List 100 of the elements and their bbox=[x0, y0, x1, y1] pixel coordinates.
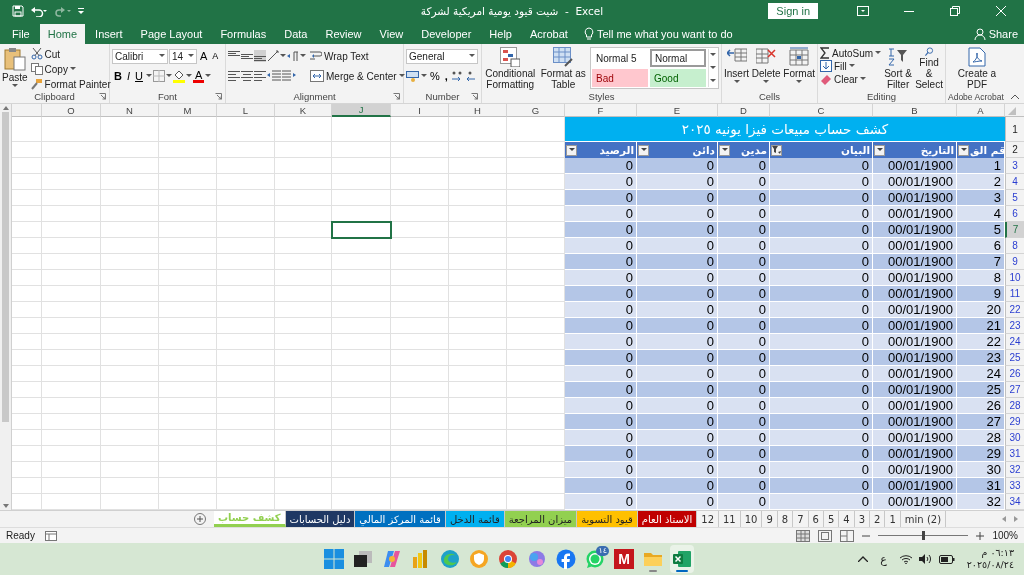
grid-cell[interactable] bbox=[449, 270, 507, 286]
font-name-field[interactable]: Calibri bbox=[112, 48, 168, 64]
grid-cell[interactable] bbox=[217, 398, 275, 414]
grid-cell[interactable] bbox=[332, 398, 391, 414]
grid-cell[interactable] bbox=[217, 190, 275, 206]
grid-cell[interactable] bbox=[449, 462, 507, 478]
battery-icon[interactable] bbox=[938, 554, 955, 564]
grid-cell[interactable] bbox=[332, 478, 391, 494]
grid-cell[interactable] bbox=[159, 270, 217, 286]
grid-cell[interactable] bbox=[42, 462, 101, 478]
grid-cell[interactable] bbox=[101, 350, 159, 366]
column-header[interactable]: O bbox=[42, 104, 101, 117]
grid-cell[interactable] bbox=[275, 142, 332, 158]
dialog-launcher-icon[interactable] bbox=[215, 93, 222, 100]
row-header[interactable]: 26 bbox=[1005, 366, 1024, 382]
grid-cell[interactable] bbox=[449, 478, 507, 494]
grid-cell[interactable] bbox=[42, 366, 101, 382]
sheet-tab[interactable]: قائمة الدخل bbox=[445, 511, 505, 527]
grid-cell[interactable] bbox=[217, 254, 275, 270]
grid-cell[interactable] bbox=[159, 430, 217, 446]
grid-cell[interactable] bbox=[101, 238, 159, 254]
sort-filter-button[interactable]: Sort & Filter bbox=[884, 47, 913, 90]
grid-cell[interactable] bbox=[391, 382, 449, 398]
grid-cell[interactable] bbox=[449, 222, 507, 238]
zoom-level[interactable]: 100% bbox=[992, 530, 1018, 541]
excel-icon[interactable] bbox=[672, 549, 692, 569]
filter-button[interactable] bbox=[719, 144, 730, 156]
grid-cell[interactable] bbox=[275, 206, 332, 222]
grid-cell[interactable] bbox=[159, 302, 217, 318]
grid-cell[interactable] bbox=[12, 350, 42, 366]
font-color-button[interactable]: A bbox=[192, 69, 205, 83]
grid-cell[interactable] bbox=[275, 478, 332, 494]
grid-cell[interactable] bbox=[449, 158, 507, 174]
menu-tab[interactable]: Home bbox=[39, 24, 86, 44]
grid-cell[interactable] bbox=[275, 174, 332, 190]
chevron-up-icon[interactable] bbox=[858, 556, 869, 562]
grid-cell[interactable] bbox=[42, 158, 101, 174]
insert-button[interactable]: Insert bbox=[724, 47, 749, 90]
find-select-button[interactable]: Find & Select bbox=[915, 47, 943, 90]
grid-cell[interactable] bbox=[217, 478, 275, 494]
borders-icon[interactable] bbox=[152, 70, 165, 82]
column-header[interactable]: J bbox=[332, 104, 391, 117]
grid-cell[interactable] bbox=[275, 414, 332, 430]
autosum-button[interactable]: AutoSum bbox=[820, 47, 882, 59]
grid-cell[interactable] bbox=[42, 334, 101, 350]
grid-cell[interactable] bbox=[12, 382, 42, 398]
format-as-table-button[interactable]: Format as Table bbox=[539, 47, 587, 90]
sheet-tab[interactable]: الاستاذ العام bbox=[637, 511, 698, 527]
menu-tab[interactable]: Page Layout bbox=[132, 24, 211, 44]
grid-cell[interactable] bbox=[217, 117, 275, 142]
grid-cell[interactable] bbox=[391, 430, 449, 446]
grid-cell[interactable] bbox=[391, 414, 449, 430]
grid-cell[interactable] bbox=[449, 190, 507, 206]
next-sheet-icon[interactable] bbox=[1014, 516, 1018, 522]
align-right-icon[interactable] bbox=[254, 70, 266, 82]
chrome-icon[interactable] bbox=[498, 549, 518, 569]
grid-cell[interactable] bbox=[275, 254, 332, 270]
row-header[interactable]: 10 bbox=[1005, 270, 1024, 286]
filter-button[interactable] bbox=[566, 144, 577, 156]
grid-cell[interactable] bbox=[391, 174, 449, 190]
sheet-tab[interactable]: دليل الحسابات bbox=[285, 511, 356, 527]
grid-cell[interactable] bbox=[449, 238, 507, 254]
bold-button[interactable]: B bbox=[112, 70, 124, 82]
column-header[interactable]: K bbox=[275, 104, 332, 117]
previous-sheet-icon[interactable] bbox=[1002, 516, 1006, 522]
grid-cell[interactable] bbox=[275, 270, 332, 286]
grid-cell[interactable] bbox=[217, 414, 275, 430]
grid-cell[interactable] bbox=[391, 462, 449, 478]
grid-cell[interactable] bbox=[159, 286, 217, 302]
grid-cell[interactable] bbox=[217, 382, 275, 398]
grid-cell[interactable] bbox=[12, 286, 42, 302]
row-header[interactable]: 34 bbox=[1005, 494, 1024, 510]
cell-cursor[interactable] bbox=[332, 222, 391, 238]
column-header[interactable]: L bbox=[217, 104, 275, 117]
wrap-text-button[interactable]: Wrap Text bbox=[310, 47, 369, 65]
grid-cell[interactable] bbox=[42, 238, 101, 254]
save-icon[interactable] bbox=[12, 5, 24, 17]
grid-cell[interactable] bbox=[332, 117, 391, 142]
clear-button[interactable]: Clear bbox=[820, 73, 866, 85]
menu-tab[interactable]: Data bbox=[276, 24, 316, 44]
row-header[interactable]: 29 bbox=[1005, 414, 1024, 430]
grid-cell[interactable] bbox=[391, 334, 449, 350]
grid-cell[interactable] bbox=[159, 174, 217, 190]
task-view-icon[interactable] bbox=[353, 549, 373, 569]
grid-cell[interactable] bbox=[217, 238, 275, 254]
grid-cell[interactable] bbox=[12, 174, 42, 190]
grid-cell[interactable] bbox=[12, 334, 42, 350]
grid-cell[interactable] bbox=[217, 174, 275, 190]
conditional-formatting-button[interactable]: Conditional Formatting bbox=[484, 47, 537, 90]
grid-cell[interactable] bbox=[42, 414, 101, 430]
menu-tab[interactable]: File bbox=[4, 24, 38, 44]
grid-cell[interactable] bbox=[159, 414, 217, 430]
dialog-launcher-icon[interactable] bbox=[471, 93, 478, 100]
grid-cell[interactable] bbox=[159, 318, 217, 334]
menu-tab[interactable]: View bbox=[371, 24, 412, 44]
grid-cell[interactable] bbox=[101, 318, 159, 334]
grid-cell[interactable] bbox=[159, 478, 217, 494]
grid-cell[interactable] bbox=[101, 398, 159, 414]
row-header[interactable]: 8 bbox=[1005, 238, 1024, 254]
redo-icon[interactable] bbox=[54, 5, 72, 17]
